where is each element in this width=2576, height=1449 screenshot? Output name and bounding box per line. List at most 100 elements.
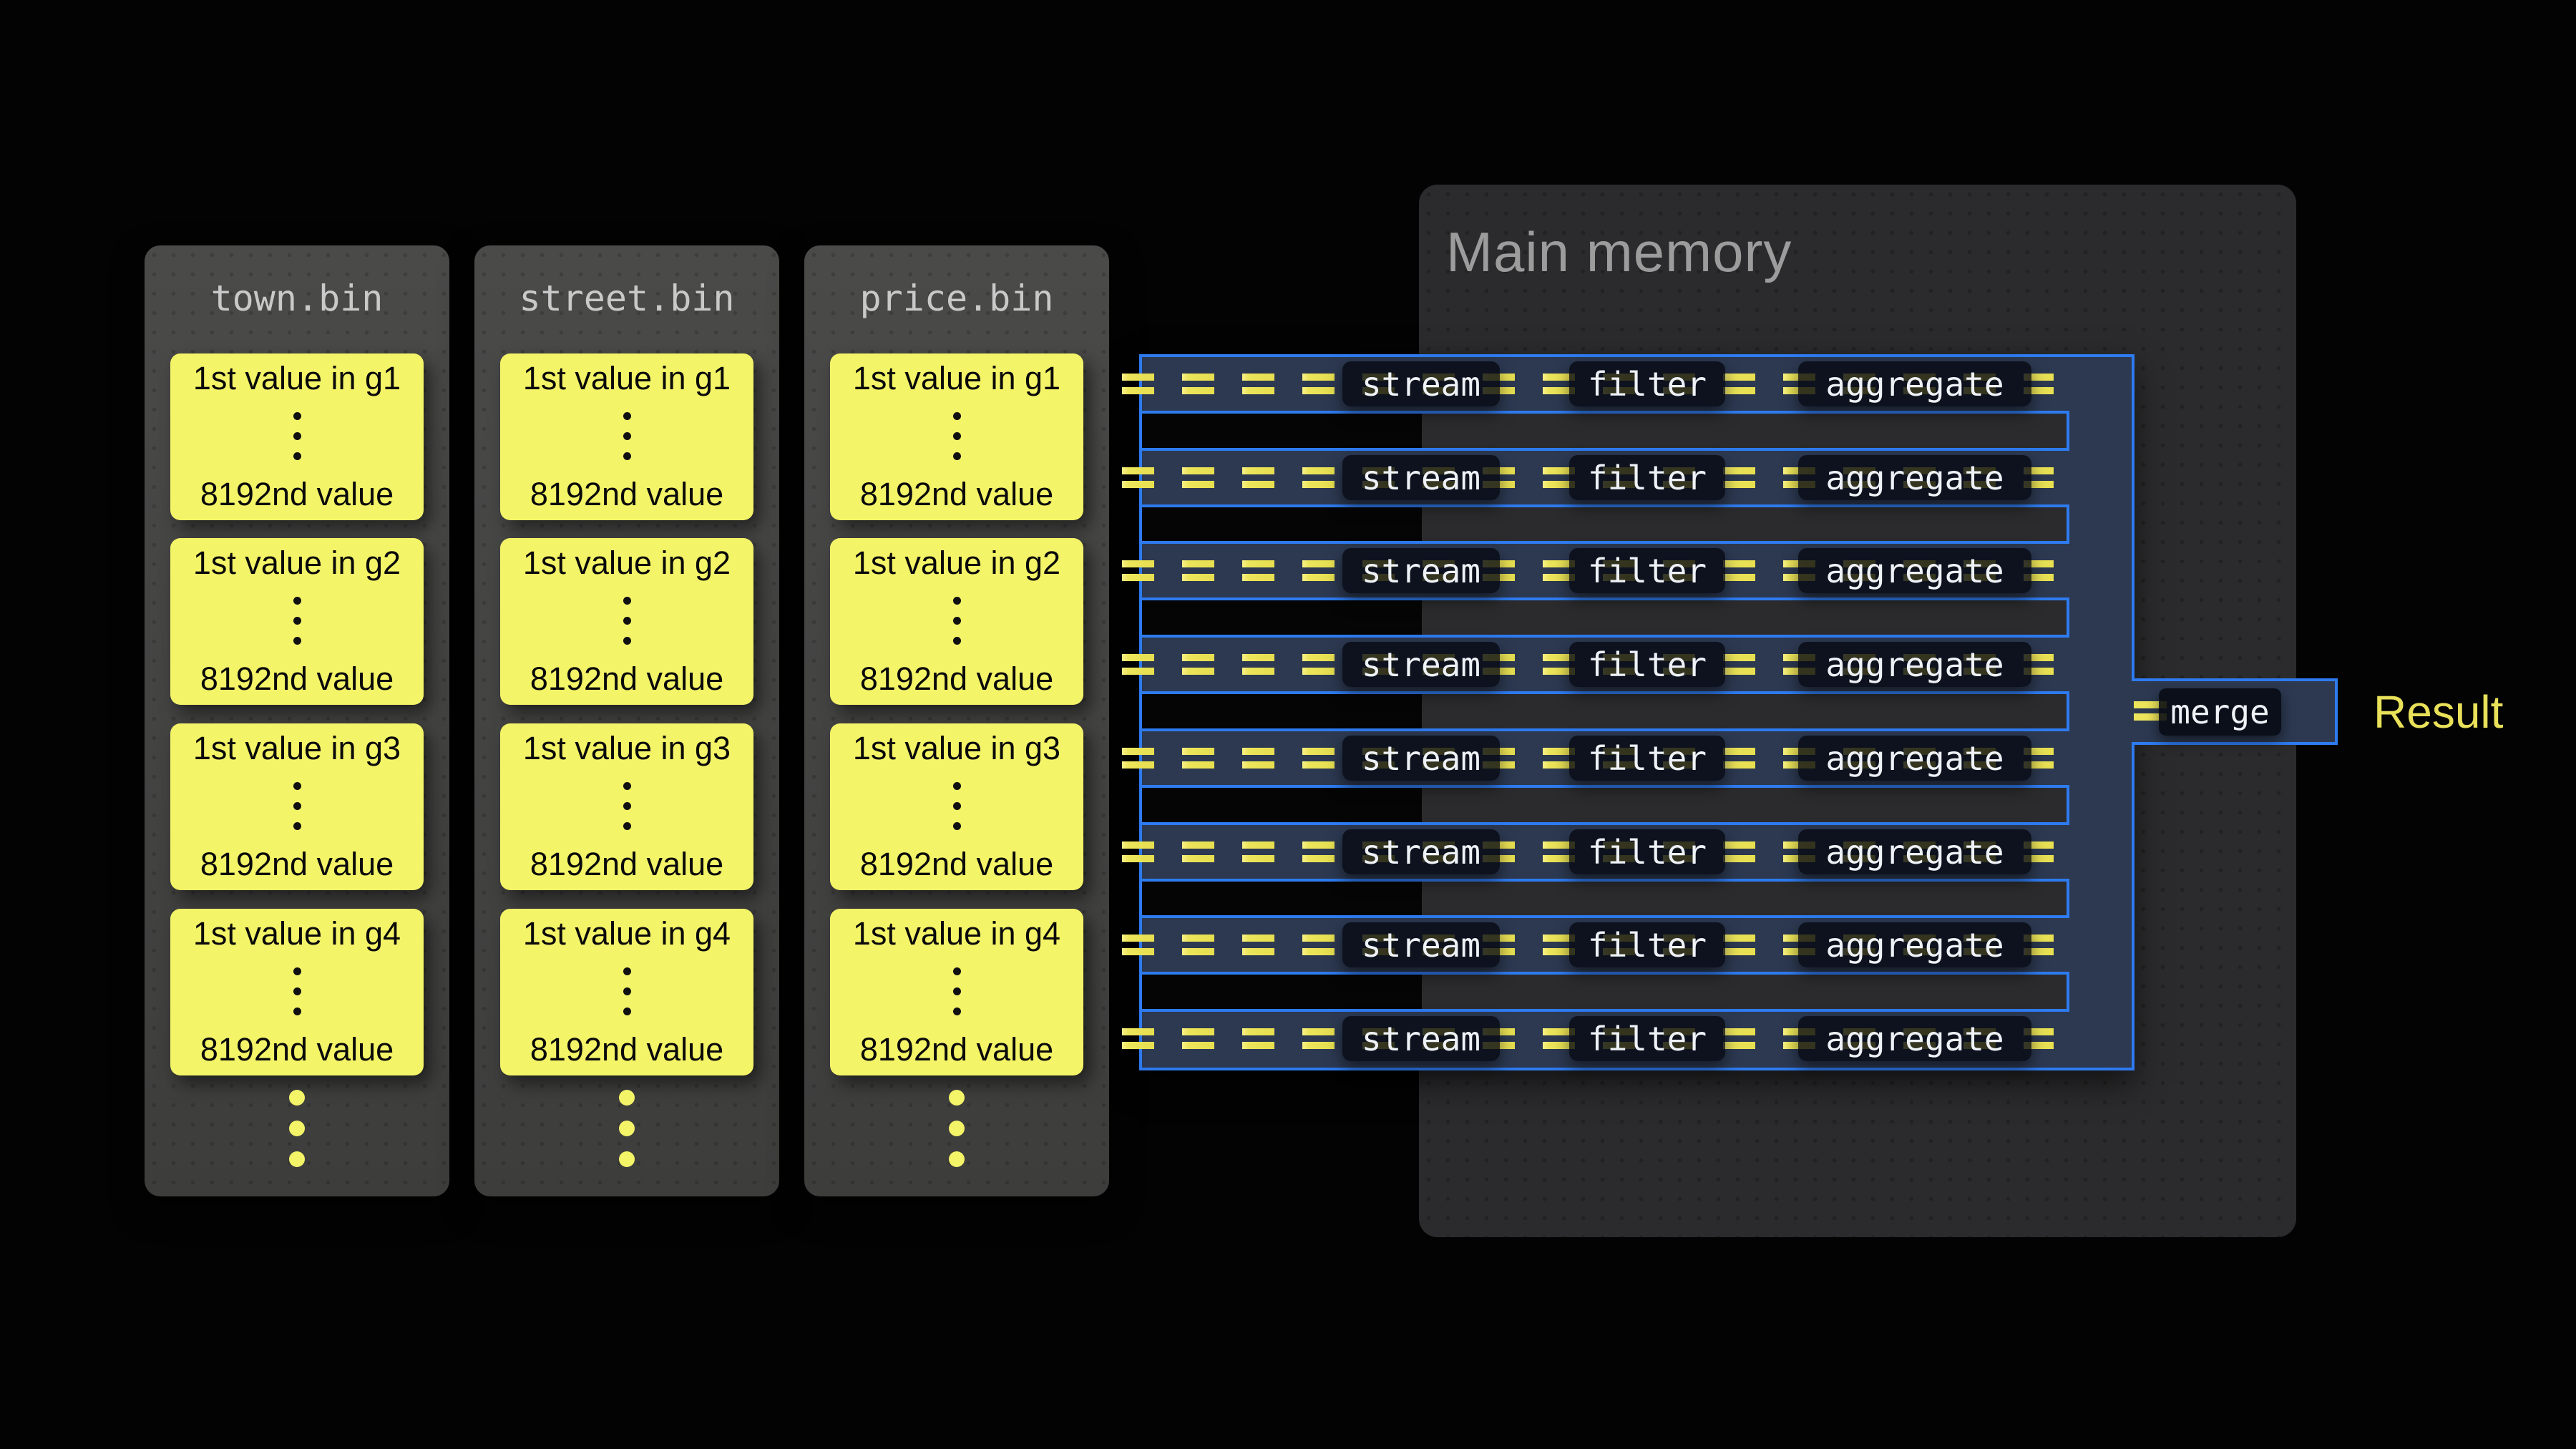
stream-operator: stream <box>1342 736 1500 781</box>
filter-operator: filter <box>1569 455 1725 500</box>
values-ellipsis-icon <box>953 967 961 1015</box>
group-last-value: 8192nd value <box>200 661 394 697</box>
lane-separator <box>1139 785 2069 825</box>
row-group-card: 1st value in g4 8192nd value <box>830 909 1083 1075</box>
lane-separator <box>1139 411 2069 451</box>
row-group-card: 1st value in g3 8192nd value <box>500 723 753 890</box>
memory-title: Main memory <box>1446 222 2296 283</box>
aggregate-operator: aggregate <box>1798 1016 2031 1061</box>
more-groups-ellipsis-icon <box>474 1090 779 1167</box>
group-last-value: 8192nd value <box>860 661 1053 697</box>
row-group-card: 1st value in g3 8192nd value <box>170 723 424 890</box>
values-ellipsis-icon <box>623 782 631 830</box>
filter-operator: filter <box>1569 829 1725 874</box>
lane-separator <box>1139 691 2069 731</box>
row-group-card: 1st value in g1 8192nd value <box>830 353 1083 520</box>
stream-operator: stream <box>1342 829 1500 874</box>
filter-operator: filter <box>1569 736 1725 781</box>
group-first-value: 1st value in g2 <box>523 545 731 581</box>
merge-operator: merge <box>2159 688 2281 736</box>
aggregate-operator: aggregate <box>1798 361 2031 406</box>
group-first-value: 1st value in g3 <box>853 731 1060 766</box>
row-group-card: 1st value in g2 8192nd value <box>830 538 1083 705</box>
file-panel-street: street.bin 1st value in g1 8192nd value … <box>474 245 779 1196</box>
pipeline-lane: stream filter aggregate <box>1122 541 2054 600</box>
pipeline-lane: stream filter aggregate <box>1122 635 2054 694</box>
row-group-card: 1st value in g4 8192nd value <box>500 909 753 1075</box>
stream-operator: stream <box>1342 1016 1500 1061</box>
values-ellipsis-icon <box>953 597 961 645</box>
filter-operator: filter <box>1569 548 1725 593</box>
pipeline-lane: stream filter aggregate <box>1122 354 2054 414</box>
values-ellipsis-icon <box>953 412 961 460</box>
group-first-value: 1st value in g3 <box>193 731 401 766</box>
group-last-value: 8192nd value <box>530 847 723 882</box>
pipeline-lane: stream filter aggregate <box>1122 448 2054 507</box>
file-name-label: street.bin <box>474 278 779 320</box>
group-first-value: 1st value in g1 <box>853 361 1060 396</box>
values-ellipsis-icon <box>623 597 631 645</box>
values-ellipsis-icon <box>293 967 301 1015</box>
aggregate-operator: aggregate <box>1798 642 2031 687</box>
lane-separator <box>1139 879 2069 918</box>
values-ellipsis-icon <box>293 597 301 645</box>
aggregate-operator: aggregate <box>1798 829 2031 874</box>
aggregate-operator: aggregate <box>1798 922 2031 967</box>
row-group-card: 1st value in g1 8192nd value <box>500 353 753 520</box>
lane-separator <box>1139 972 2069 1012</box>
filter-operator: filter <box>1569 361 1725 406</box>
filter-operator: filter <box>1569 642 1725 687</box>
lane-separator <box>1139 504 2069 544</box>
aggregate-operator: aggregate <box>1798 736 2031 781</box>
stream-operator: stream <box>1342 455 1500 500</box>
more-groups-ellipsis-icon <box>145 1090 449 1167</box>
values-ellipsis-icon <box>953 782 961 830</box>
aggregate-operator: aggregate <box>1798 548 2031 593</box>
filter-operator: filter <box>1569 1016 1725 1061</box>
group-first-value: 1st value in g1 <box>523 361 731 396</box>
group-last-value: 8192nd value <box>530 661 723 697</box>
file-name-label: town.bin <box>145 278 449 320</box>
pipeline-lane: stream filter aggregate <box>1122 915 2054 975</box>
group-last-value: 8192nd value <box>530 477 723 512</box>
values-ellipsis-icon <box>293 782 301 830</box>
pipeline-lane: stream filter aggregate <box>1122 728 2054 788</box>
group-first-value: 1st value in g1 <box>193 361 401 396</box>
group-first-value: 1st value in g4 <box>853 916 1060 952</box>
aggregate-operator: aggregate <box>1798 455 2031 500</box>
file-panel-price: price.bin 1st value in g1 8192nd value 1… <box>804 245 1109 1196</box>
row-group-card: 1st value in g2 8192nd value <box>500 538 753 705</box>
group-last-value: 8192nd value <box>200 477 394 512</box>
file-name-label: price.bin <box>804 278 1109 320</box>
group-first-value: 1st value in g2 <box>193 545 401 581</box>
values-ellipsis-icon <box>293 412 301 460</box>
merge-band: merge <box>2132 678 2338 745</box>
group-last-value: 8192nd value <box>860 847 1053 882</box>
group-last-value: 8192nd value <box>530 1032 723 1068</box>
values-ellipsis-icon <box>623 967 631 1015</box>
group-first-value: 1st value in g3 <box>523 731 731 766</box>
group-first-value: 1st value in g2 <box>853 545 1060 581</box>
stream-operator: stream <box>1342 361 1500 406</box>
row-group-card: 1st value in g4 8192nd value <box>170 909 424 1075</box>
row-group-card: 1st value in g3 8192nd value <box>830 723 1083 890</box>
pipeline-lane: stream filter aggregate <box>1122 822 2054 882</box>
row-group-card: 1st value in g1 8192nd value <box>170 353 424 520</box>
file-panel-town: town.bin 1st value in g1 8192nd value 1s… <box>145 245 449 1196</box>
group-last-value: 8192nd value <box>860 1032 1053 1068</box>
more-groups-ellipsis-icon <box>804 1090 1109 1167</box>
group-last-value: 8192nd value <box>200 847 394 882</box>
pipeline-lane: stream filter aggregate <box>1122 1009 2054 1068</box>
stream-operator: stream <box>1342 642 1500 687</box>
diagram-canvas: Main memory merge Result town.bin 1st va… <box>0 0 2576 1449</box>
values-ellipsis-icon <box>623 412 631 460</box>
group-first-value: 1st value in g4 <box>523 916 731 952</box>
result-label: Result <box>2373 678 2503 745</box>
group-last-value: 8192nd value <box>200 1032 394 1068</box>
stream-operator: stream <box>1342 548 1500 593</box>
stream-operator: stream <box>1342 922 1500 967</box>
group-last-value: 8192nd value <box>860 477 1053 512</box>
lane-separator <box>1139 597 2069 638</box>
row-group-card: 1st value in g2 8192nd value <box>170 538 424 705</box>
filter-operator: filter <box>1569 922 1725 967</box>
